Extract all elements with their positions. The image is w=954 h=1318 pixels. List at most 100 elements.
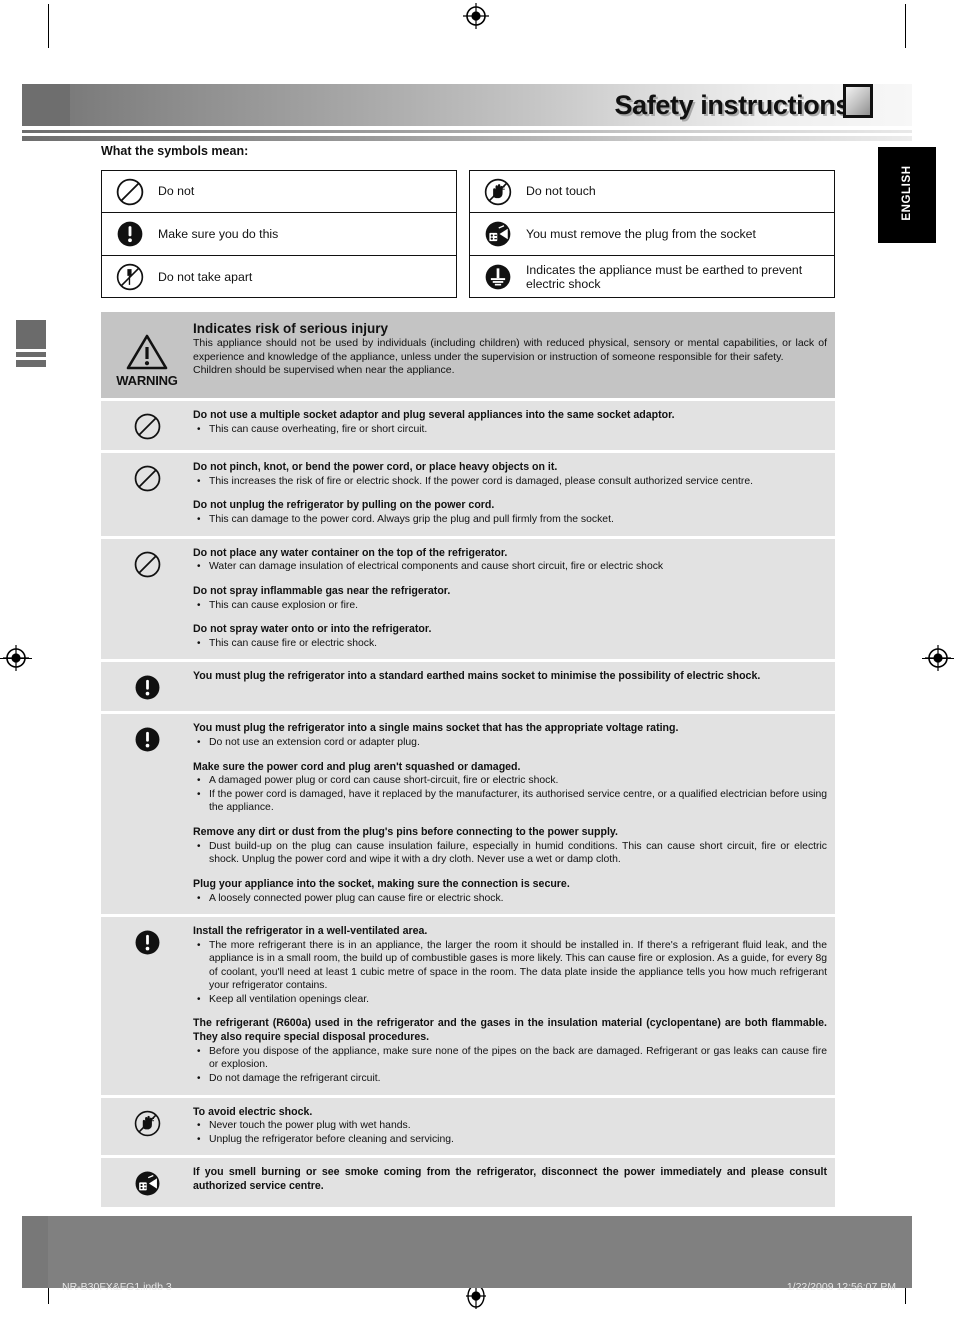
risk-bullet-list: This can damage to the power cord. Alway… bbox=[193, 513, 827, 527]
risk-bullet: A loosely connected power plug can cause… bbox=[193, 892, 827, 906]
risk-title: Plug your appliance into the socket, mak… bbox=[193, 877, 570, 890]
symbol-row: Do not take apart bbox=[102, 256, 456, 299]
risk-title: Do not unplug the refrigerator by pullin… bbox=[193, 499, 495, 512]
header-rule-upper bbox=[22, 130, 912, 133]
risk-bullet: Keep all ventilation openings clear. bbox=[193, 993, 827, 1007]
do-not-icon bbox=[134, 413, 160, 440]
header-rule-lower bbox=[22, 136, 912, 141]
footer-timestamp: 1/22/2009 12:56:07 PM bbox=[786, 1281, 896, 1293]
registration-mark-right bbox=[925, 645, 951, 671]
risk-title: You must plug the refrigerator into a si… bbox=[193, 722, 679, 735]
risk-icon-cell bbox=[101, 1166, 193, 1198]
risk-title: Do not pinch, knot, or bend the power co… bbox=[193, 461, 558, 473]
symbol-icon-cell bbox=[470, 219, 526, 249]
risk-bullet: Never touch the power plug with wet hand… bbox=[193, 1119, 827, 1133]
margin-section-marker bbox=[16, 320, 46, 367]
warning-word: WARNING bbox=[116, 373, 178, 388]
risk-bullet: The more refrigerant there is in an appl… bbox=[193, 939, 827, 993]
symbol-icon-cell bbox=[470, 262, 526, 292]
crop-mark-top-right bbox=[905, 4, 906, 48]
risk-block: Do not unplug the refrigerator by pullin… bbox=[193, 499, 827, 526]
do-not-disassemble-icon bbox=[116, 264, 144, 291]
risk-block: The refrigerant (R600a) used in the refr… bbox=[193, 1017, 827, 1085]
risk-block: Remove any dirt or dust from the plug's … bbox=[193, 826, 827, 867]
warning-title: Indicates risk of serious injury bbox=[193, 321, 389, 336]
risk-title: The refrigerant (R600a) used in the refr… bbox=[193, 1017, 827, 1044]
risk-bullet-list: This can cause overheating, fire or shor… bbox=[193, 423, 827, 437]
risk-body: If you smell burning or see smoke coming… bbox=[193, 1166, 835, 1198]
risk-block: You must plug the refrigerator into a si… bbox=[193, 722, 827, 749]
risk-title: If you smell burning or see smoke coming… bbox=[193, 1166, 827, 1193]
risk-block: Make sure the power cord and plug aren't… bbox=[193, 761, 827, 815]
symbols-table-left: Do not Make sure you do this Do not take a… bbox=[101, 170, 457, 298]
risk-body: You must plug the refrigerator into a st… bbox=[193, 670, 835, 702]
risk-bullet-list: Never touch the power plug with wet hand… bbox=[193, 1119, 827, 1146]
page-number: 3 bbox=[916, 1219, 924, 1234]
warning-section: WARNING Indicates risk of serious injury… bbox=[101, 312, 835, 1208]
risk-body: Install the refrigerator in a well-venti… bbox=[193, 925, 835, 1085]
risk-block: Do not use a multiple socket adaptor and… bbox=[193, 409, 827, 436]
do-not-touch-icon bbox=[484, 178, 512, 205]
risk-title: Do not place any water container on the … bbox=[193, 546, 508, 559]
risk-icon-cell bbox=[101, 1106, 193, 1147]
risk-row: Do not use a multiple socket adaptor and… bbox=[101, 401, 835, 450]
registration-mark-left bbox=[3, 645, 29, 671]
risk-bullet: A damaged power plug or cord can cause s… bbox=[193, 774, 827, 788]
risk-title: To avoid electric shock. bbox=[193, 1105, 313, 1118]
risk-bullet: This can cause explosion or fire. bbox=[193, 599, 827, 613]
risk-icon-cell bbox=[101, 722, 193, 905]
warning-paragraph-1: This appliance should not be used by ind… bbox=[193, 337, 827, 363]
symbols-heading: What the symbols mean: bbox=[101, 144, 249, 158]
risk-title: Make sure the power cord and plug aren't… bbox=[193, 760, 521, 773]
symbols-table-right: Do not touch You must remove the plug fro… bbox=[469, 170, 835, 298]
risk-block: Do not place any water container on the … bbox=[193, 547, 827, 574]
symbol-icon-cell bbox=[470, 177, 526, 207]
footer-band bbox=[22, 1216, 912, 1288]
mandatory-action-icon bbox=[117, 221, 143, 247]
risk-block: If you smell burning or see smoke coming… bbox=[193, 1166, 827, 1194]
footer-file-name: NR-B30FX&FG1.indb 3 bbox=[62, 1281, 172, 1293]
risk-icon-cell bbox=[101, 461, 193, 527]
mandatory-action-icon bbox=[135, 727, 159, 752]
risk-title: Do not spray inflammable gas near the re… bbox=[193, 584, 451, 597]
risk-bullet-list: A damaged power plug or cord can cause s… bbox=[193, 774, 827, 815]
symbol-label: Do not take apart bbox=[158, 270, 253, 285]
risk-bullet-list: This increases the risk of fire or elect… bbox=[193, 475, 827, 489]
symbol-row: You must remove the plug from the socket bbox=[470, 213, 834, 256]
risk-bullet: Unplug the refrigerator before cleaning … bbox=[193, 1133, 827, 1147]
risk-bullet-list: A loosely connected power plug can cause… bbox=[193, 892, 827, 906]
risk-icon-cell bbox=[101, 670, 193, 702]
unplug-icon bbox=[485, 221, 511, 247]
risk-bullet-list: The more refrigerant there is in an appl… bbox=[193, 939, 827, 1007]
risk-icon-cell bbox=[101, 547, 193, 651]
risk-bullet-list: Water can damage insulation of electrica… bbox=[193, 560, 827, 574]
symbol-label: Do not bbox=[158, 184, 195, 199]
warning-icon-cell: WARNING bbox=[101, 321, 193, 388]
risk-bullet: This can cause fire or electric shock. bbox=[193, 637, 827, 651]
risk-bullet: Dust build-up on the plug can cause insu… bbox=[193, 840, 827, 867]
symbol-row: Make sure you do this bbox=[102, 213, 456, 256]
symbol-icon-cell bbox=[102, 219, 158, 249]
header-band-accent bbox=[22, 84, 70, 126]
do-not-icon bbox=[116, 178, 144, 205]
risk-body: You must plug the refrigerator into a si… bbox=[193, 722, 835, 905]
symbol-icon-cell bbox=[102, 177, 158, 207]
crop-mark-top-left bbox=[48, 4, 49, 48]
symbol-icon-cell bbox=[102, 262, 158, 292]
risk-block: You must plug the refrigerator into a st… bbox=[193, 670, 827, 684]
risk-bullet: Do not use an extension cord or adapter … bbox=[193, 736, 827, 750]
risk-title: Do not spray water onto or into the refr… bbox=[193, 623, 432, 636]
risk-row: If you smell burning or see smoke coming… bbox=[101, 1158, 835, 1208]
risk-row: You must plug the refrigerator into a st… bbox=[101, 662, 835, 712]
risk-row: Do not place any water container on the … bbox=[101, 538, 835, 660]
symbol-label: You must remove the plug from the socket bbox=[526, 226, 756, 241]
risk-bullet: Water can damage insulation of electrica… bbox=[193, 560, 827, 574]
risk-row: You must plug the refrigerator into a si… bbox=[101, 714, 835, 915]
warning-paragraph-2: Children should be supervised when near … bbox=[193, 364, 455, 377]
risk-block: Install the refrigerator in a well-venti… bbox=[193, 925, 827, 1006]
symbol-label: Indicates the appliance must be earthed … bbox=[526, 262, 803, 292]
risk-block: Do not pinch, knot, or bend the power co… bbox=[193, 461, 827, 488]
symbol-row: Do not bbox=[102, 171, 456, 214]
do-not-icon bbox=[134, 465, 160, 492]
risk-bullet-list: Dust build-up on the plug can cause insu… bbox=[193, 840, 827, 867]
